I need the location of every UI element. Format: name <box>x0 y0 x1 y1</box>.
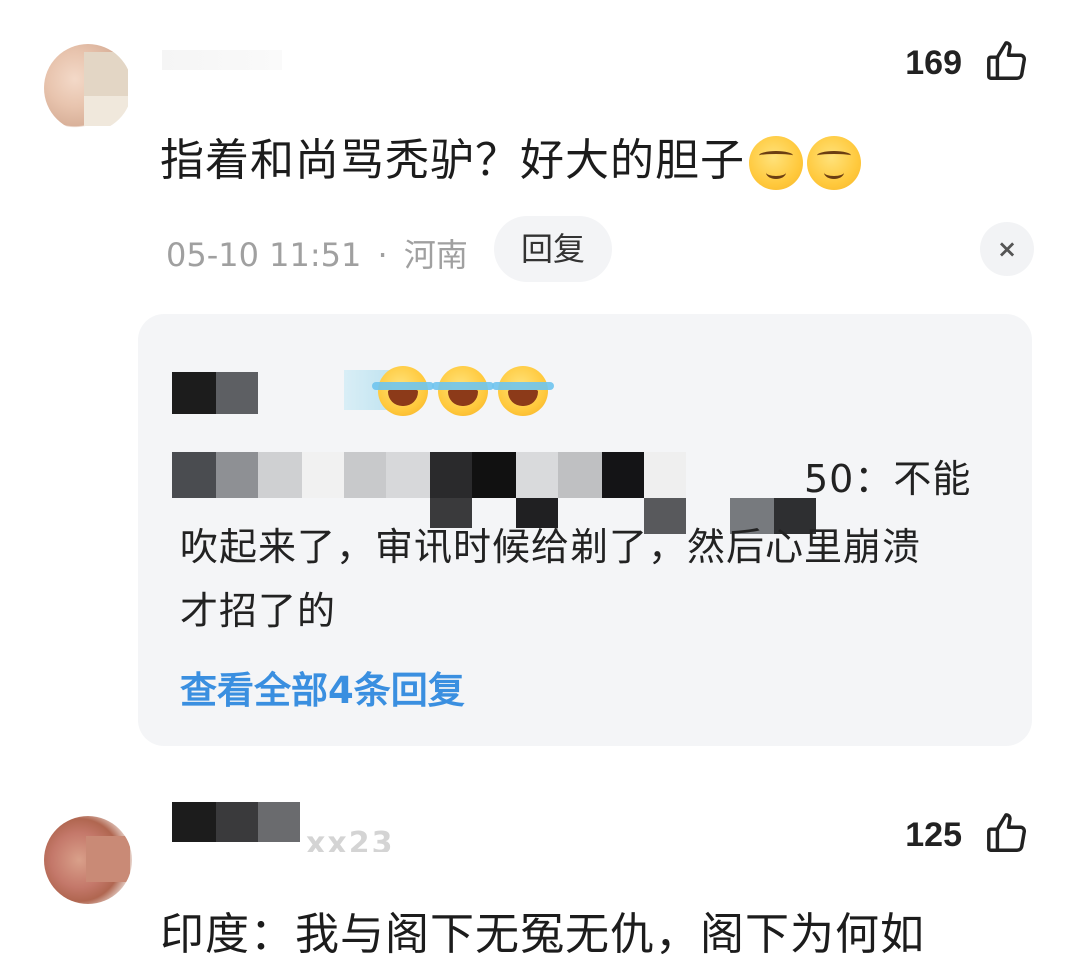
username-redacted[interactable] <box>172 802 216 842</box>
avatar[interactable] <box>44 816 132 904</box>
timestamp: 05-10 11:51 <box>166 236 362 274</box>
comment-text: 指着和尚骂秃驴？好大的胆子 <box>160 124 861 190</box>
smirk-emoji <box>749 136 803 190</box>
username-fragment: xx23 <box>306 826 395 852</box>
smirk-emoji <box>807 136 861 190</box>
like-count: 169 <box>905 44 962 82</box>
laugh-cry-emoji <box>372 366 434 416</box>
comment-meta: 05-10 11:51 · 河南 <box>166 230 468 276</box>
reply-text-line1: 50：不能 <box>804 457 972 501</box>
laugh-cry-emoji <box>492 366 554 416</box>
close-icon[interactable]: × <box>980 222 1034 276</box>
username-redacted[interactable] <box>162 50 282 70</box>
reply-author-redacted[interactable] <box>172 372 216 414</box>
comment-body: 指着和尚骂秃驴？好大的胆子 <box>160 135 745 186</box>
reply-emoji-group <box>372 366 558 416</box>
comment-text: 印度：我与阁下无冤无仇，阁下为何如 <box>160 909 925 960</box>
thumbs-up-icon[interactable] <box>984 38 1030 84</box>
reply-text-line2: 吹起来了，审讯时候给剃了，然后心里崩溃 <box>180 525 922 569</box>
thumbs-up-icon[interactable] <box>984 810 1030 856</box>
reply-text-line3: 才招了的 <box>180 589 337 633</box>
location: 河南 <box>403 236 468 274</box>
laugh-cry-emoji <box>432 366 494 416</box>
view-all-replies-link[interactable]: 查看全部4条回复 <box>180 660 465 714</box>
reply-button[interactable]: 回复 <box>494 216 612 282</box>
like-count: 125 <box>905 816 962 854</box>
avatar[interactable] <box>44 44 132 132</box>
meta-separator: · <box>377 236 388 274</box>
